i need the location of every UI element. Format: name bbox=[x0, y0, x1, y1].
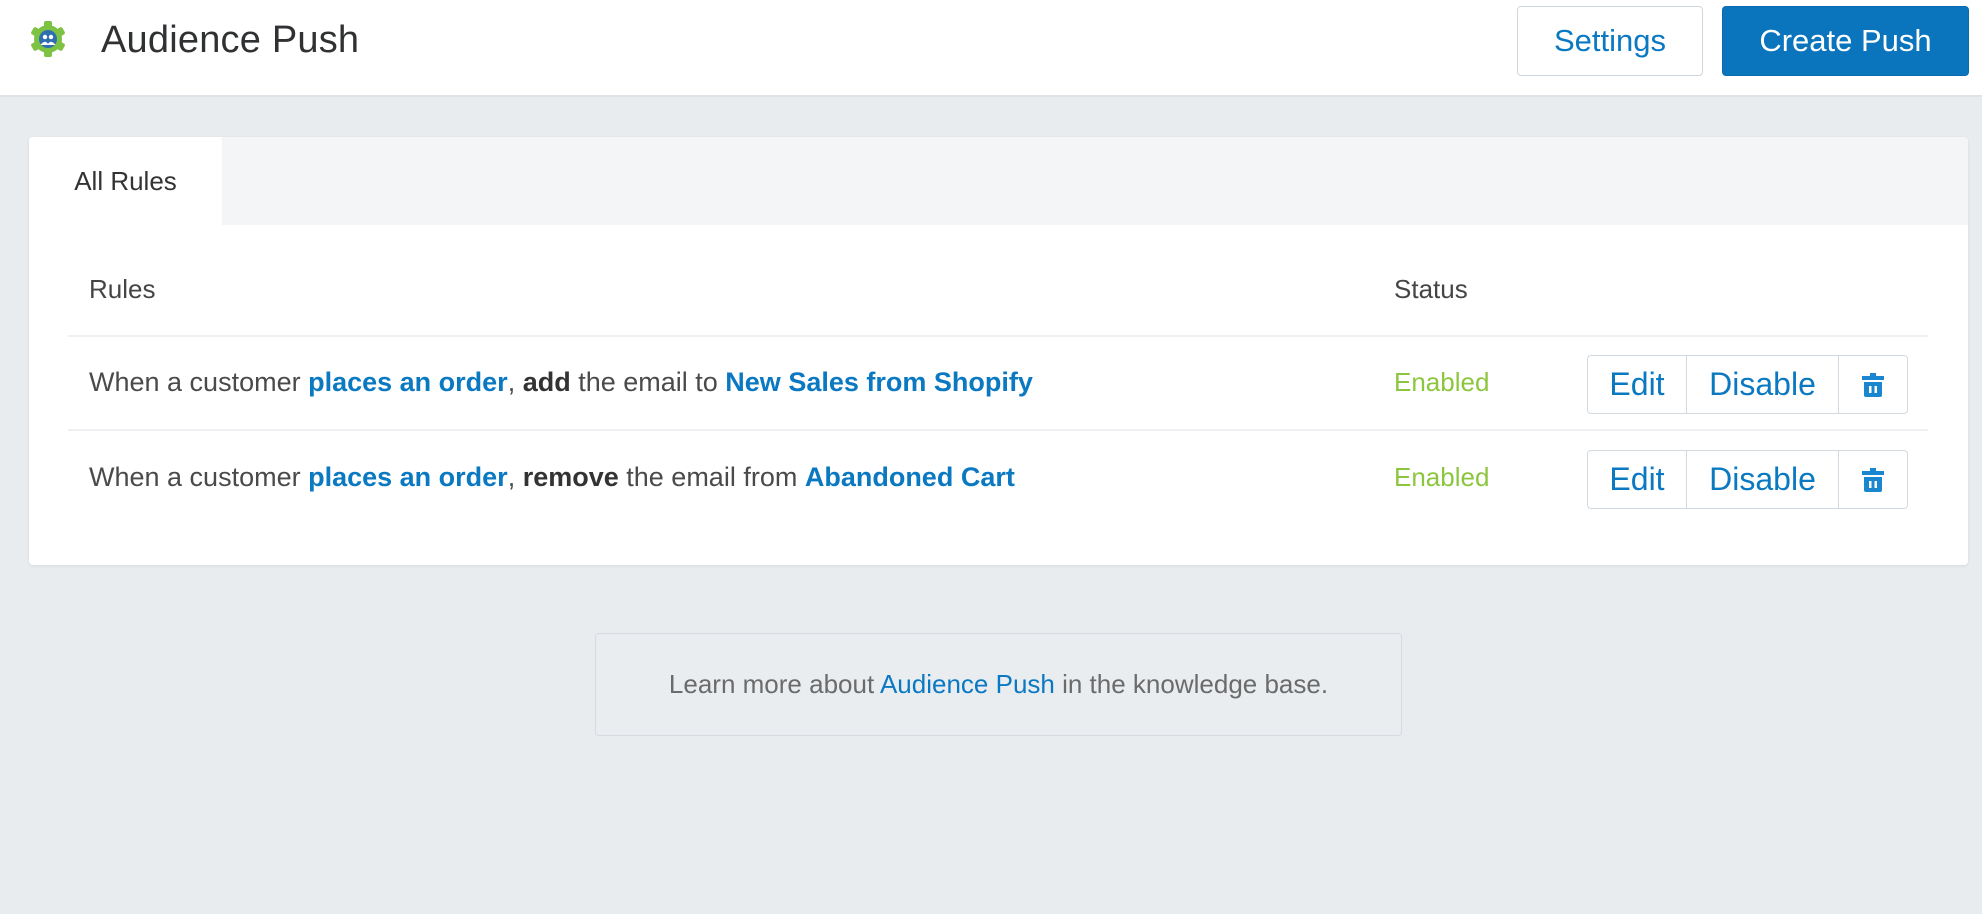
create-push-button[interactable]: Create Push bbox=[1722, 6, 1969, 76]
rule-prefix: When a customer bbox=[89, 367, 309, 397]
rule-target-link[interactable]: New Sales from Shopify bbox=[725, 367, 1033, 397]
delete-button[interactable] bbox=[1839, 451, 1907, 508]
settings-button[interactable]: Settings bbox=[1517, 6, 1703, 76]
note-prefix: Learn more about bbox=[668, 669, 880, 699]
rule-prefix: When a customer bbox=[89, 462, 309, 492]
note-suffix: in the knowledge base. bbox=[1054, 669, 1329, 699]
rule-comma: , bbox=[507, 367, 523, 397]
app-logo-icon bbox=[28, 19, 68, 59]
rule-description: When a customer places an order, add the… bbox=[89, 336, 1033, 429]
row-actions: Edit Disable bbox=[1587, 450, 1908, 509]
column-header-rules: Rules bbox=[89, 274, 156, 304]
rule-comma: , bbox=[507, 462, 523, 492]
rule-trigger-link[interactable]: places an order bbox=[308, 462, 508, 492]
app-header: Audience Push Settings Create Push bbox=[0, 0, 1982, 97]
trash-icon bbox=[1862, 372, 1884, 397]
rule-description: When a customer places an order, remove … bbox=[89, 431, 1015, 524]
table-row: When a customer places an order, add the… bbox=[68, 336, 1928, 431]
rule-action: remove bbox=[522, 462, 619, 492]
trash-icon bbox=[1862, 467, 1884, 492]
edit-button[interactable]: Edit bbox=[1588, 451, 1687, 508]
rule-middle: the email to bbox=[570, 367, 726, 397]
rule-trigger-link[interactable]: places an order bbox=[308, 367, 508, 397]
row-actions: Edit Disable bbox=[1587, 355, 1908, 414]
knowledge-base-note: Learn more about Audience Push in the kn… bbox=[595, 633, 1402, 736]
rule-middle: the email from bbox=[618, 462, 805, 492]
delete-button[interactable] bbox=[1839, 356, 1907, 413]
edit-button[interactable]: Edit bbox=[1588, 356, 1687, 413]
tab-all-rules[interactable]: All Rules bbox=[29, 137, 222, 225]
status-badge: Enabled bbox=[1394, 462, 1490, 492]
disable-button[interactable]: Disable bbox=[1687, 356, 1839, 413]
disable-button[interactable]: Disable bbox=[1687, 451, 1839, 508]
rules-card: All Rules Rules Status When a customer p… bbox=[29, 137, 1968, 565]
column-header-status: Status bbox=[1394, 274, 1468, 304]
rule-target-link[interactable]: Abandoned Cart bbox=[805, 462, 1015, 492]
tab-bar: All Rules bbox=[29, 137, 1968, 225]
knowledge-base-link[interactable]: Audience Push bbox=[880, 669, 1055, 699]
page-title: Audience Push bbox=[101, 19, 360, 61]
rule-action: add bbox=[522, 367, 571, 397]
table-row: When a customer places an order, remove … bbox=[68, 431, 1928, 526]
status-badge: Enabled bbox=[1394, 367, 1490, 397]
